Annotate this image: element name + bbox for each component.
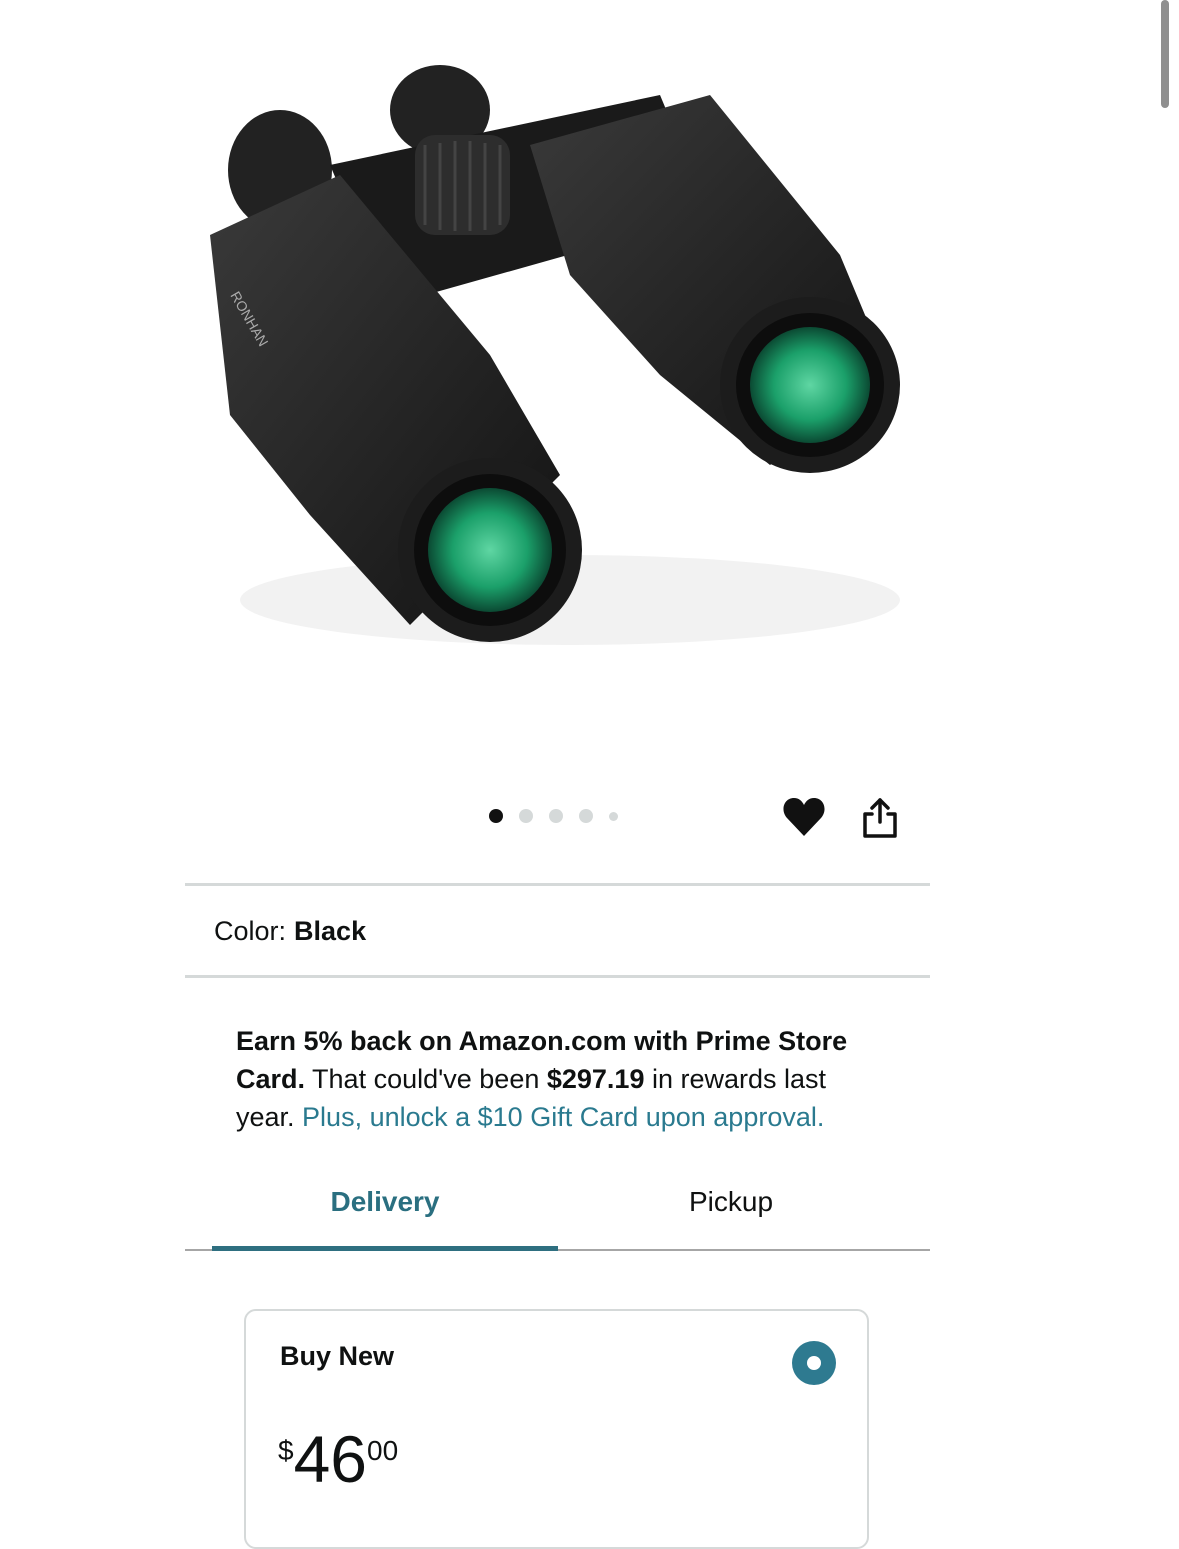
promo-amount: $297.19 — [546, 1064, 645, 1094]
price: $4600 — [278, 1421, 398, 1497]
price-fraction: 00 — [367, 1435, 399, 1466]
carousel-dot-active[interactable] — [489, 809, 503, 823]
wishlist-button[interactable] — [782, 796, 826, 838]
image-carousel-indicator[interactable] — [489, 809, 634, 823]
tab-active-indicator — [212, 1246, 558, 1251]
color-value: Black — [294, 916, 367, 946]
gift-card-link[interactable]: Plus, unlock a $10 Gift Card upon approv… — [302, 1102, 824, 1132]
tab-pickup[interactable]: Pickup — [558, 1186, 904, 1218]
buy-new-radio[interactable] — [792, 1341, 836, 1385]
price-whole: 46 — [293, 1422, 367, 1496]
color-label: Color: — [214, 916, 287, 946]
carousel-dot[interactable] — [579, 809, 593, 823]
prime-card-promo: Earn 5% back on Amazon.com with Prime St… — [236, 1022, 886, 1136]
carousel-dot[interactable] — [609, 811, 618, 821]
share-icon — [863, 798, 897, 838]
scrollbar[interactable] — [1161, 0, 1169, 108]
carousel-dot[interactable] — [519, 809, 533, 823]
tab-delivery[interactable]: Delivery — [212, 1186, 558, 1218]
divider — [185, 975, 930, 978]
promo-text: That could've been — [305, 1064, 547, 1094]
buy-new-option[interactable]: Buy New $4600 — [244, 1309, 869, 1549]
carousel-dot[interactable] — [549, 809, 563, 823]
heart-icon — [783, 798, 825, 836]
divider — [185, 883, 930, 886]
price-symbol: $ — [278, 1435, 294, 1466]
binoculars-image[interactable]: RONHAN — [190, 55, 925, 680]
color-selector[interactable]: Color: Black — [214, 916, 366, 947]
buy-option-title: Buy New — [280, 1341, 395, 1371]
share-button[interactable] — [860, 796, 900, 840]
